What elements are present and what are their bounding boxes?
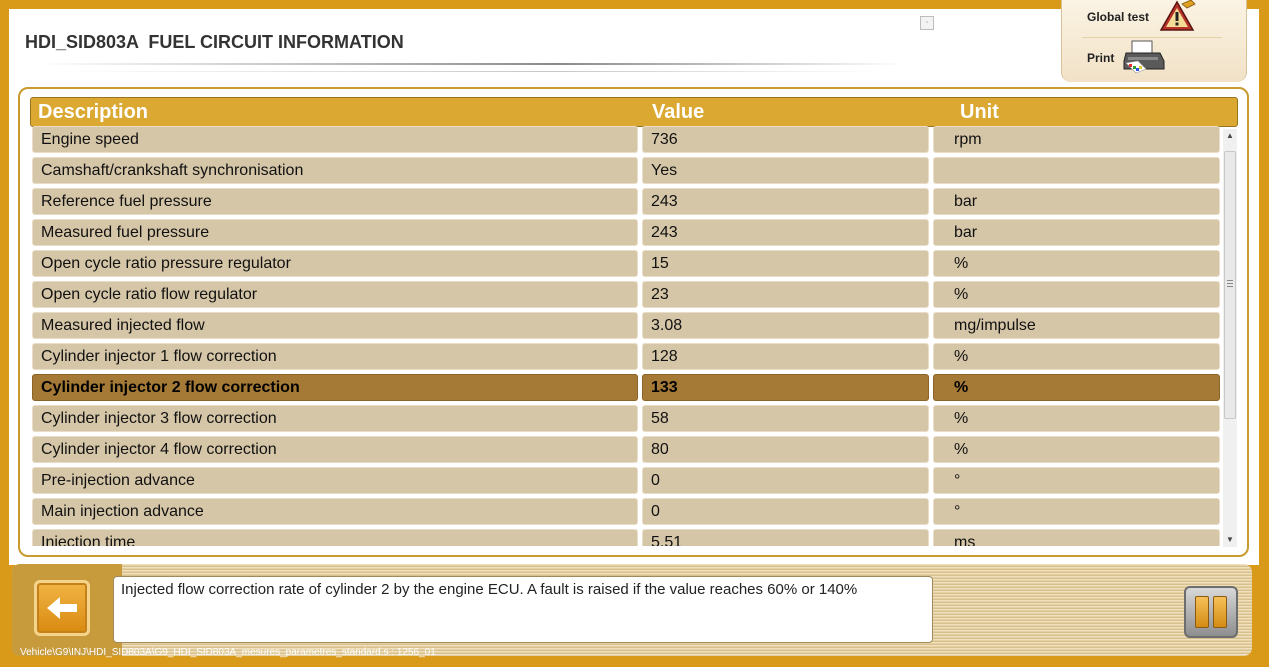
row-unit: mg/impulse	[933, 312, 1220, 339]
table-row[interactable]: Cylinder injector 3 flow correction 58 %	[30, 405, 1220, 432]
table-row[interactable]: Measured injected flow 3.08 mg/impulse	[30, 312, 1220, 339]
side-panel: Global test Print	[1061, 0, 1247, 82]
column-header-value: Value	[652, 101, 705, 123]
row-description: Pre-injection advance	[32, 467, 638, 494]
row-value: Yes	[642, 157, 929, 184]
minimize-icon[interactable]: ▫	[920, 16, 934, 30]
row-unit: %	[933, 281, 1220, 308]
row-unit: %	[933, 405, 1220, 432]
table-row[interactable]: Measured fuel pressure 243 bar	[30, 219, 1220, 246]
row-value: 0	[642, 467, 929, 494]
printer-icon	[1122, 39, 1166, 78]
row-value: 5.51	[642, 529, 929, 546]
row-value: 128	[642, 343, 929, 370]
global-test-button[interactable]: Global test	[1087, 0, 1197, 34]
row-value: 133	[642, 374, 929, 401]
title-underline	[36, 61, 906, 75]
row-value: 58	[642, 405, 929, 432]
table-row[interactable]: Open cycle ratio flow regulator 23 %	[30, 281, 1220, 308]
row-unit: %	[933, 250, 1220, 277]
table-row[interactable]: Main injection advance 0 °	[30, 498, 1220, 525]
row-description: Cylinder injector 4 flow correction	[32, 436, 638, 463]
row-description: Measured injected flow	[32, 312, 638, 339]
row-unit: rpm	[933, 126, 1220, 153]
back-button[interactable]	[34, 580, 90, 636]
row-unit: ms	[933, 529, 1220, 546]
row-unit: %	[933, 436, 1220, 463]
print-label: Print	[1087, 51, 1115, 65]
warning-triangle-icon	[1157, 0, 1197, 35]
column-header-unit: Unit	[960, 101, 999, 123]
row-value: 23	[642, 281, 929, 308]
row-value: 243	[642, 188, 929, 215]
table-row[interactable]: Reference fuel pressure 243 bar	[30, 188, 1220, 215]
row-unit: bar	[933, 188, 1220, 215]
pause-button[interactable]	[1184, 586, 1238, 638]
row-description: Open cycle ratio pressure regulator	[32, 250, 638, 277]
column-header-description: Description	[38, 101, 149, 123]
scroll-down-arrow-icon[interactable]: ▼	[1223, 533, 1237, 547]
bottom-bar: Injected flow correction rate of cylinde…	[12, 564, 1252, 656]
row-description: Camshaft/crankshaft synchronisation	[32, 157, 638, 184]
row-unit: %	[933, 343, 1220, 370]
table-header: Description Value Unit	[30, 97, 1238, 127]
table-row-selected[interactable]: Cylinder injector 2 flow correction 133 …	[30, 374, 1220, 401]
row-description: Measured fuel pressure	[32, 219, 638, 246]
parameter-description: Injected flow correction rate of cylinde…	[113, 576, 933, 643]
table-row[interactable]: Engine speed 736 rpm	[30, 126, 1220, 153]
table-row[interactable]: Cylinder injector 1 flow correction 128 …	[30, 343, 1220, 370]
row-value: 0	[642, 498, 929, 525]
row-unit: °	[933, 498, 1220, 525]
table-row[interactable]: Cylinder injector 4 flow correction 80 %	[30, 436, 1220, 463]
row-description: Open cycle ratio flow regulator	[32, 281, 638, 308]
table-row[interactable]: Injection time 5.51 ms	[30, 529, 1220, 546]
row-description: Reference fuel pressure	[32, 188, 638, 215]
global-test-label: Global test	[1087, 10, 1150, 24]
page-title: HDI_SID803A FUEL CIRCUIT INFORMATION	[25, 32, 404, 52]
row-description: Cylinder injector 2 flow correction	[32, 374, 638, 401]
row-unit: bar	[933, 219, 1220, 246]
row-description: Cylinder injector 1 flow correction	[32, 343, 638, 370]
table-row[interactable]: Pre-injection advance 0 °	[30, 467, 1220, 494]
scroll-up-arrow-icon[interactable]: ▲	[1223, 129, 1237, 143]
row-value: 736	[642, 126, 929, 153]
row-unit: %	[933, 374, 1220, 401]
scrollbar-thumb[interactable]	[1224, 151, 1236, 419]
back-arrow-icon	[37, 597, 87, 637]
row-unit	[933, 157, 1220, 184]
row-value: 243	[642, 219, 929, 246]
vertical-scrollbar[interactable]: ▲ ▼	[1223, 129, 1237, 547]
table-row[interactable]: Camshaft/crankshaft synchronisation Yes	[30, 157, 1220, 184]
row-unit: °	[933, 467, 1220, 494]
print-button[interactable]: Print	[1087, 40, 1166, 76]
row-value: 3.08	[642, 312, 929, 339]
row-description: Engine speed	[32, 126, 638, 153]
row-description: Cylinder injector 3 flow correction	[32, 405, 638, 432]
row-description: Main injection advance	[32, 498, 638, 525]
row-value: 80	[642, 436, 929, 463]
parameters-table-panel: Description Value Unit Engine speed 736 …	[18, 87, 1249, 557]
table-body: Engine speed 736 rpm Camshaft/crankshaft…	[30, 126, 1220, 546]
row-description: Injection time	[32, 529, 638, 546]
file-path: Vehicle\G9\INJ\HDI_SID803A\G9_HDI_SID803…	[20, 647, 436, 658]
row-value: 15	[642, 250, 929, 277]
table-row[interactable]: Open cycle ratio pressure regulator 15 %	[30, 250, 1220, 277]
